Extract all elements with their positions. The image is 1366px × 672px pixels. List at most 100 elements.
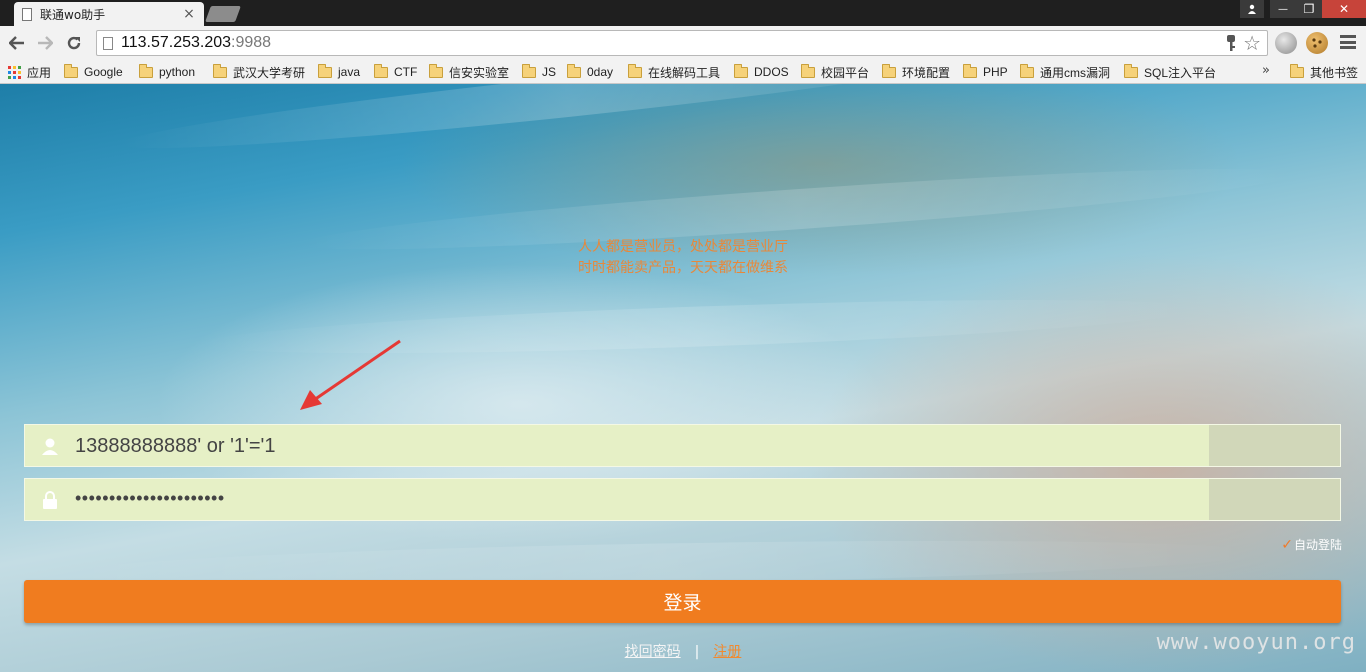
password-field-addon — [1209, 479, 1340, 520]
bookmark-folder[interactable]: DDOS — [734, 63, 789, 81]
bookmark-folder[interactable]: 通用cms漏洞 — [1020, 63, 1110, 81]
username-field-addon — [1209, 425, 1340, 466]
tab-title: 联通wo助手 — [40, 7, 106, 22]
forward-button[interactable] — [33, 31, 57, 55]
browser-toolbar: 113.57.253.203:9988 ☆ — [0, 26, 1366, 60]
bookmark-folder[interactable]: 在线解码工具 — [628, 63, 720, 81]
forgot-password-link[interactable]: 找回密码 — [625, 644, 681, 660]
minimize-icon: — — [1278, 3, 1288, 15]
folder-icon — [318, 63, 332, 78]
password-field[interactable]: •••••••••••••••••••••• — [24, 478, 1341, 521]
bookmark-label: 在线解码工具 — [648, 65, 721, 80]
other-bookmarks-folder[interactable]: 其他书签 — [1290, 63, 1358, 81]
window-controls: — ❐ ✕ — [1240, 0, 1366, 18]
bookmark-folder[interactable]: 武汉大学考研 — [213, 63, 305, 81]
check-icon: ✓ — [1281, 536, 1293, 553]
bookmark-folder[interactable]: 0day — [567, 63, 613, 81]
back-button[interactable] — [5, 31, 29, 55]
minimize-button[interactable]: — — [1270, 0, 1296, 18]
lock-icon — [43, 491, 57, 509]
bookmark-label: 其他书签 — [1310, 65, 1359, 80]
restore-icon: ❐ — [1303, 2, 1315, 16]
username-input-value: 13888888888' or '1'='1 — [75, 435, 276, 457]
page-icon — [103, 36, 113, 50]
bookmark-label: Google — [84, 65, 123, 79]
key-icon[interactable] — [1225, 34, 1237, 52]
tab-close-icon[interactable]: × — [182, 6, 196, 22]
bookmark-apps[interactable]: 应用 — [8, 63, 51, 81]
address-bar[interactable]: 113.57.253.203:9988 ☆ — [96, 30, 1268, 56]
folder-icon — [882, 63, 896, 78]
auto-login-checkbox[interactable]: ✓ 自动登陆 — [1281, 536, 1342, 553]
apps-grid-icon — [8, 65, 21, 79]
folder-icon — [64, 63, 78, 78]
bookmarks-bar: 应用 Google python 武汉大学考研 java CTF 信安实验室 J… — [0, 60, 1366, 84]
back-arrow-icon — [9, 36, 24, 50]
browser-tab[interactable]: 联通wo助手 × — [14, 2, 204, 26]
bookmark-folder[interactable]: Google — [64, 63, 123, 81]
folder-icon — [429, 63, 443, 78]
url-port: :9988 — [231, 34, 272, 51]
cookie-extension-icon[interactable] — [1306, 32, 1328, 54]
bookmark-label: PHP — [983, 65, 1008, 79]
url-host: 113.57.253.203 — [121, 34, 232, 51]
bookmark-folder[interactable]: python — [139, 63, 195, 81]
bookmark-label: SQL注入平台 — [1144, 65, 1217, 80]
forward-arrow-icon — [38, 36, 53, 50]
close-window-button[interactable]: ✕ — [1322, 0, 1366, 18]
bookmark-label: JS — [542, 65, 557, 79]
login-page: 人人都是营业员，处处都是营业厅 时时都能卖产品，天天都在做维系 13888888… — [0, 84, 1366, 672]
bookmark-label: python — [159, 65, 196, 79]
watermark: www.wooyun.org — [1156, 630, 1356, 655]
link-separator: | — [694, 644, 700, 660]
bookmark-label: 校园平台 — [821, 65, 870, 80]
menu-icon[interactable] — [1340, 35, 1356, 49]
bookmark-label: 0day — [587, 65, 614, 79]
bookmark-folder[interactable]: java — [318, 63, 360, 81]
folder-icon — [374, 63, 388, 78]
bookmark-label: java — [338, 65, 361, 79]
username-field[interactable]: 13888888888' or '1'='1 — [24, 424, 1341, 467]
login-button[interactable]: 登录 — [24, 580, 1341, 623]
folder-icon — [567, 63, 581, 78]
folder-icon — [628, 63, 642, 78]
bookmark-folder[interactable]: CTF — [374, 63, 417, 81]
folder-icon — [522, 63, 536, 78]
user-icon[interactable] — [1240, 0, 1264, 18]
password-input-value: •••••••••••••••••••••• — [75, 488, 225, 508]
bookmarks-overflow-button[interactable]: » — [1262, 63, 1270, 78]
bookmark-label: DDOS — [754, 65, 789, 79]
bookmark-folder[interactable]: 校园平台 — [801, 63, 869, 81]
slogan-line-1: 人人都是营业员，处处都是营业厅 — [578, 239, 788, 255]
folder-icon — [139, 63, 153, 78]
bookmark-folder[interactable]: 环境配置 — [882, 63, 950, 81]
bookmark-label: CTF — [394, 65, 418, 79]
omnibox-actions: ☆ — [1225, 33, 1261, 53]
folder-icon — [1290, 63, 1304, 78]
folder-icon — [734, 63, 748, 78]
reload-button[interactable] — [62, 31, 86, 55]
user-icon — [42, 438, 58, 455]
slogan-line-2: 时时都能卖产品，天天都在做维系 — [578, 260, 788, 276]
bookmark-folder[interactable]: 信安实验室 — [429, 63, 509, 81]
restore-button[interactable]: ❐ — [1296, 0, 1322, 18]
globe-extension-icon[interactable] — [1275, 32, 1297, 54]
document-icon — [22, 7, 32, 21]
bookmark-label: 应用 — [27, 65, 52, 80]
close-icon: ✕ — [1338, 2, 1350, 16]
register-link[interactable]: 注册 — [713, 644, 741, 660]
auto-login-label: 自动登陆 — [1293, 538, 1342, 552]
bookmark-label: 武汉大学考研 — [233, 65, 306, 80]
bookmark-star-icon[interactable]: ☆ — [1243, 33, 1261, 53]
reload-icon — [67, 36, 81, 50]
new-tab-button[interactable] — [205, 6, 241, 22]
bookmark-folder[interactable]: PHP — [963, 63, 1008, 81]
folder-icon — [963, 63, 977, 78]
bookmark-folder[interactable]: SQL注入平台 — [1124, 63, 1216, 81]
background-streak — [117, 84, 1018, 164]
bookmark-folder[interactable]: JS — [522, 63, 556, 81]
folder-icon — [213, 63, 227, 78]
folder-icon — [1124, 63, 1138, 78]
bookmark-label: 信安实验室 — [449, 65, 510, 80]
bookmark-label: 通用cms漏洞 — [1040, 65, 1110, 80]
